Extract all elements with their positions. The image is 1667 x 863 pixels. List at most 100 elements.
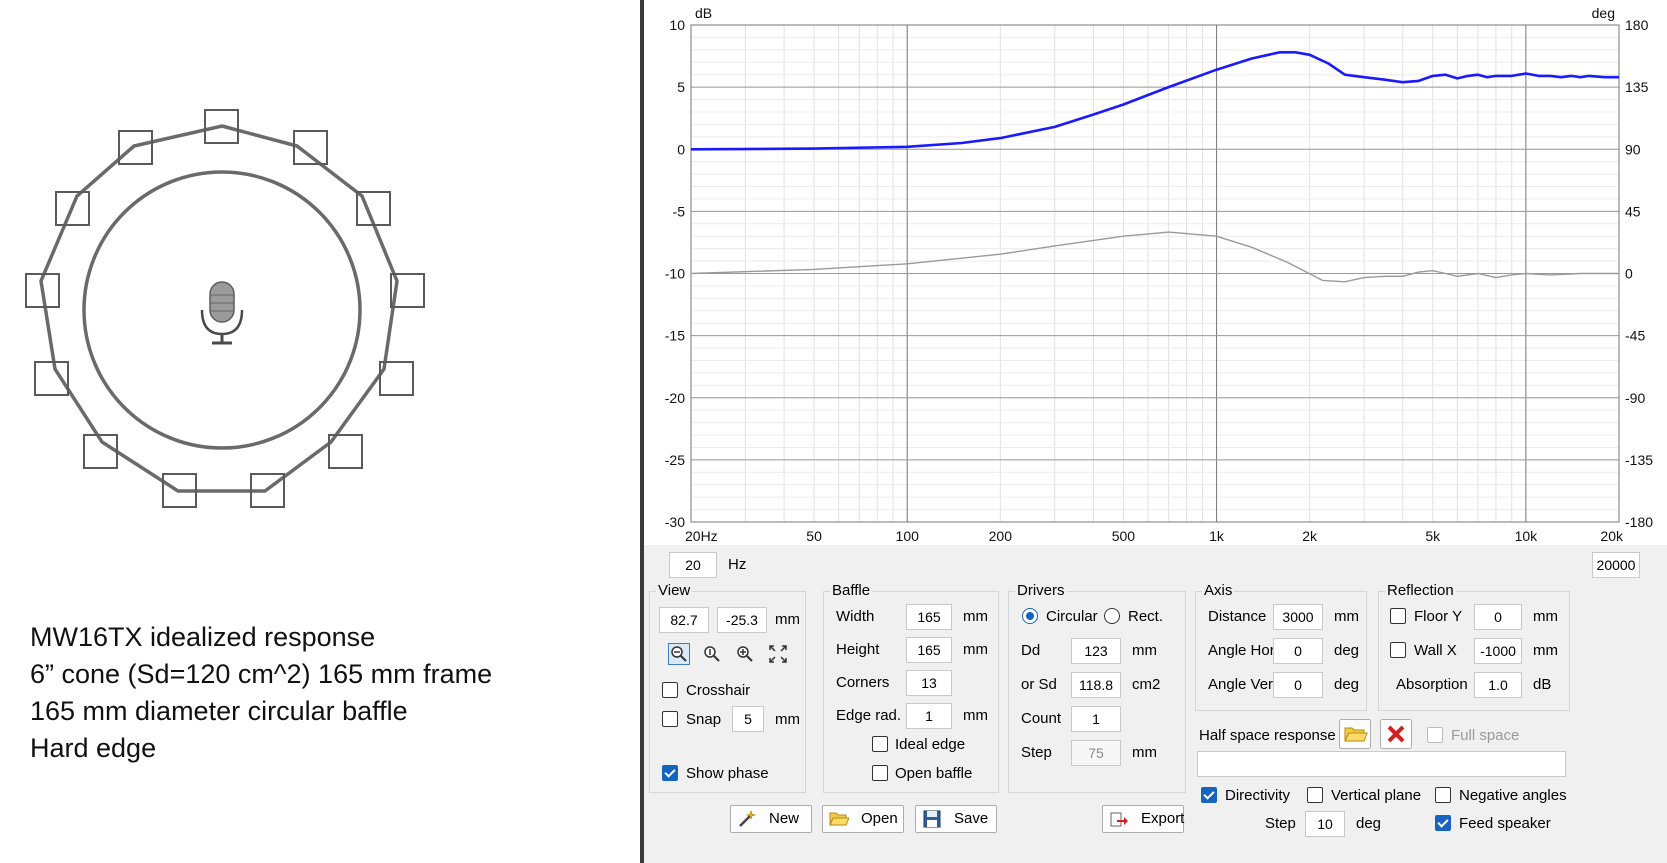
x-tick-label: 1k [1209, 528, 1225, 544]
count-input[interactable]: 1 [1071, 706, 1121, 732]
wall-input[interactable]: -1000 [1474, 638, 1522, 664]
driver-step-input[interactable]: 75 [1071, 740, 1121, 766]
x-tick-label: 2k [1302, 528, 1318, 544]
open-button[interactable]: Open [822, 805, 904, 833]
wall-checkbox[interactable] [1390, 642, 1406, 658]
zoom-fit-icon[interactable] [701, 643, 723, 665]
export-button-label: Export [1141, 810, 1185, 827]
view-x-input[interactable]: 82.7 [659, 607, 709, 633]
y2-tick-label: 135 [1625, 79, 1649, 95]
y2-tick-label: 45 [1625, 203, 1641, 219]
x-tick-label: 500 [1112, 528, 1136, 544]
absorption-input[interactable]: 1.0 [1474, 672, 1522, 698]
axis-group-title: Axis [1202, 582, 1235, 599]
circular-radio[interactable] [1022, 608, 1038, 624]
y2-tick-label: 180 [1625, 17, 1649, 33]
open-baffle-label: Open baffle [895, 765, 973, 782]
y2-tick-label: -90 [1625, 390, 1645, 406]
wall-unit: mm [1533, 642, 1558, 659]
angle-hor-input[interactable]: 0 [1273, 638, 1323, 664]
y-axis-unit-label: dB [695, 5, 712, 21]
folder-icon [829, 812, 849, 826]
description-line: MW16TX idealized response [30, 622, 376, 652]
snap-checkbox[interactable] [662, 711, 678, 727]
new-button-label: New [769, 810, 800, 827]
zoom-out-icon[interactable] [668, 643, 690, 665]
y-tick-label: 10 [669, 17, 685, 33]
magic-wand-icon [739, 810, 756, 827]
snap-input[interactable]: 5 [732, 706, 764, 732]
ideal-edge-label: Ideal edge [895, 736, 966, 753]
description-line: Hard edge [30, 733, 157, 763]
corner-handle[interactable] [118, 130, 153, 165]
distance-unit: mm [1334, 608, 1359, 625]
directivity-step-input[interactable]: 10 [1305, 811, 1345, 837]
baffle-preview-panel: MW16TX idealized response 6” cone (Sd=12… [0, 0, 640, 863]
frequency-response-chart[interactable]: 1050-5-10-15-20-25-3018013590450-45-90-1… [644, 0, 1667, 545]
reflection-group-title: Reflection [1385, 582, 1456, 599]
y-tick-label: 5 [677, 79, 685, 95]
vertical-plane-checkbox[interactable] [1307, 787, 1323, 803]
baffle-height-input[interactable]: 165 [906, 637, 952, 663]
new-button[interactable]: New [730, 805, 812, 833]
x-tick-label: 200 [989, 528, 1013, 544]
rect-radio[interactable] [1104, 608, 1120, 624]
directivity-step-unit: deg [1356, 815, 1382, 832]
crosshair-checkbox[interactable] [662, 682, 678, 698]
clear-icon[interactable] [1380, 719, 1412, 749]
snap-label: Snap [686, 711, 722, 728]
feed-speaker-checkbox[interactable] [1435, 815, 1451, 831]
open-baffle-checkbox[interactable] [872, 765, 888, 781]
floor-input[interactable]: 0 [1474, 604, 1522, 630]
dd-input[interactable]: 123 [1071, 638, 1121, 664]
chart-background [644, 0, 1667, 545]
baffle-width-input[interactable]: 165 [906, 604, 952, 630]
angle-hor-label: Angle Hor [1208, 642, 1275, 659]
y-tick-label: -5 [673, 203, 686, 219]
min-frequency-input[interactable]: 20 [669, 552, 717, 578]
drivers-group-title: Drivers [1015, 582, 1067, 599]
baffle-width-label: Width [836, 608, 875, 625]
x-tick-label: 100 [896, 528, 920, 544]
dd-unit: mm [1132, 642, 1157, 659]
max-frequency-input[interactable]: 20000 [1592, 552, 1640, 578]
angle-ver-unit: deg [1334, 676, 1360, 693]
fullscreen-icon[interactable] [767, 643, 789, 665]
baffle-height-label: Height [836, 641, 880, 658]
export-button[interactable]: Export [1102, 805, 1184, 833]
zoom-in-icon[interactable] [734, 643, 756, 665]
description-line: 165 mm diameter circular baffle [30, 696, 408, 726]
ideal-edge-checkbox[interactable] [872, 736, 888, 752]
crosshair-label: Crosshair [686, 682, 751, 699]
half-space-label: Half space response [1199, 727, 1336, 744]
y-tick-label: -15 [665, 328, 685, 344]
view-group-title: View [656, 582, 693, 599]
angle-ver-input[interactable]: 0 [1273, 672, 1323, 698]
save-button[interactable]: Save [915, 805, 997, 833]
driver-step-label: Step [1021, 744, 1052, 761]
open-button-label: Open [861, 810, 898, 827]
circular-label: Circular [1046, 608, 1098, 625]
floor-checkbox[interactable] [1390, 608, 1406, 624]
directivity-checkbox[interactable] [1201, 787, 1217, 803]
count-label: Count [1021, 710, 1062, 727]
y-tick-label: -10 [665, 266, 685, 282]
open-folder-icon[interactable] [1339, 719, 1371, 749]
y-tick-label: 0 [677, 141, 685, 157]
negative-angles-checkbox[interactable] [1435, 787, 1451, 803]
edge-radius-input[interactable]: 1 [906, 703, 952, 729]
absorption-unit: dB [1533, 676, 1552, 693]
rect-label: Rect. [1128, 608, 1164, 625]
baffle-corners-input[interactable]: 13 [906, 670, 952, 696]
export-icon [1110, 812, 1128, 827]
full-space-checkbox[interactable] [1427, 727, 1443, 743]
view-y-input[interactable]: -25.3 [717, 607, 767, 633]
distance-input[interactable]: 3000 [1273, 604, 1323, 630]
show-phase-checkbox[interactable] [662, 765, 678, 781]
half-space-path-input[interactable] [1197, 751, 1566, 777]
angle-ver-label: Angle Ver [1208, 676, 1274, 693]
distance-label: Distance [1208, 608, 1267, 625]
sd-input[interactable]: 118.8 [1071, 672, 1121, 698]
baffle-width-unit: mm [963, 608, 988, 625]
baffle-drawing[interactable] [0, 0, 640, 560]
